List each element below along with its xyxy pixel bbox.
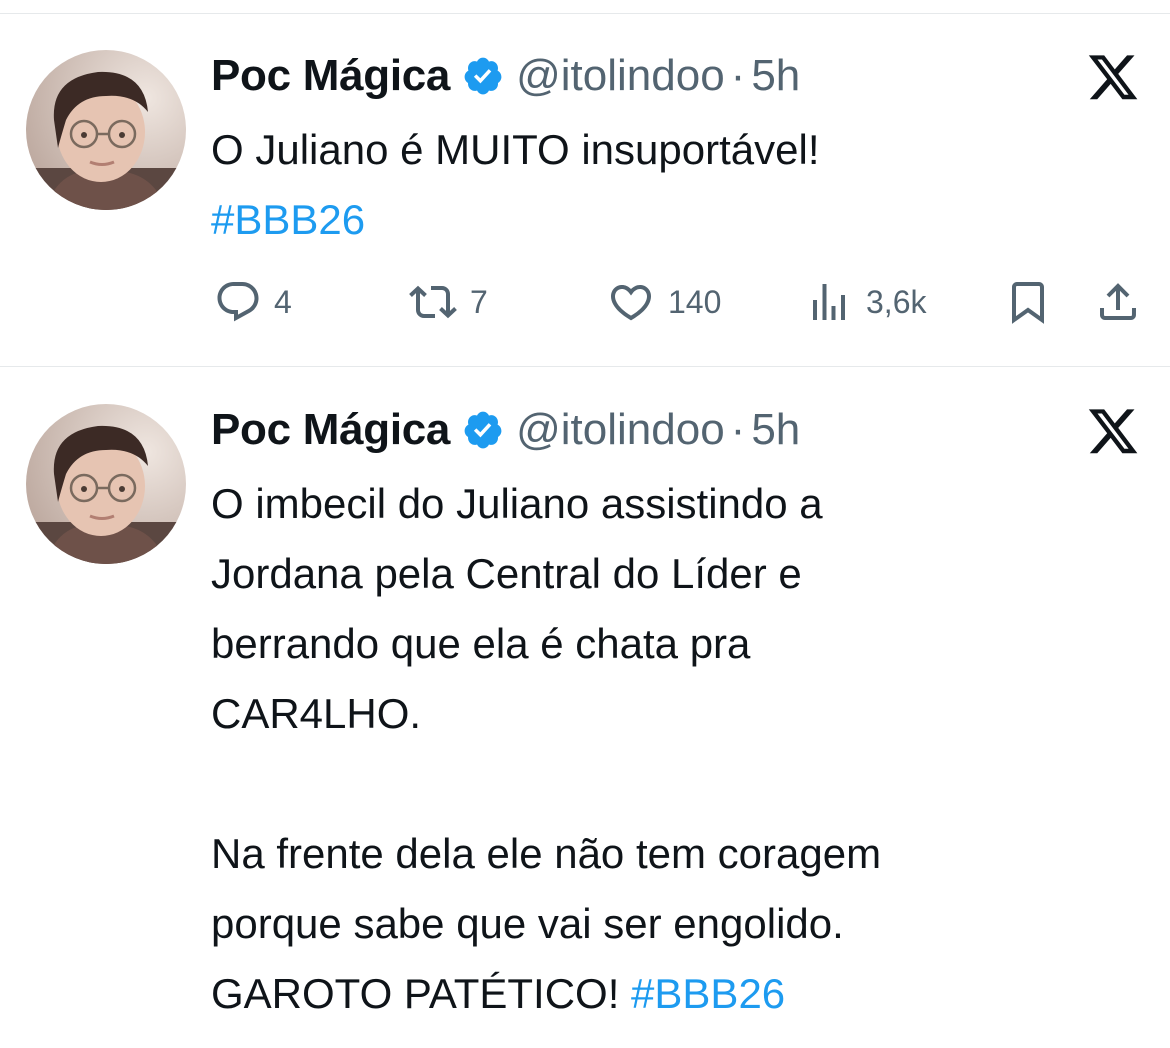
hashtag-link[interactable]: #BBB26 (211, 196, 365, 243)
avatar[interactable] (26, 50, 186, 210)
x-logo-icon (1088, 55, 1138, 100)
bookmark-icon (1012, 282, 1044, 324)
views-button[interactable]: 3,6k (804, 270, 926, 334)
tweet-text: O imbecil do Juliano assistindo a Jordan… (211, 469, 1141, 1029)
tweet-actions: 4 7 140 3,6k (0, 270, 1170, 334)
avatar[interactable] (26, 404, 186, 564)
x-logo-icon (1088, 409, 1138, 454)
tweet[interactable]: Poc Mágica @itolindoo · 5h O Juliano é M… (0, 0, 1170, 366)
tweet-text: O Juliano é MUITO insuportável! #BBB26 (211, 115, 1141, 255)
retweet-count: 7 (470, 283, 488, 320)
retweet-button[interactable]: 7 (408, 270, 488, 334)
tweet[interactable]: Poc Mágica @itolindoo · 5h O imbecil do … (0, 367, 1170, 1048)
bookmark-button[interactable] (1004, 270, 1052, 334)
views-count: 3,6k (866, 283, 927, 320)
hashtag-link[interactable]: #BBB26 (631, 970, 785, 1017)
tweet-body: O Juliano é MUITO insuportável! (211, 126, 820, 173)
verified-badge-icon (464, 411, 502, 449)
reply-icon (217, 282, 259, 322)
views-icon (813, 284, 845, 320)
reply-count: 4 (274, 283, 292, 320)
verified-badge-icon (464, 57, 502, 95)
share-icon (1100, 283, 1136, 320)
separator-dot: · (730, 51, 746, 100)
timestamp[interactable]: 5h (751, 405, 800, 455)
timestamp[interactable]: 5h (751, 51, 800, 101)
like-button[interactable]: 140 (606, 270, 721, 334)
author-name[interactable]: Poc Mágica (211, 51, 450, 101)
reply-button[interactable]: 4 (214, 270, 292, 334)
share-button[interactable] (1094, 270, 1142, 334)
tweet-header: Poc Mágica @itolindoo · 5h (211, 46, 800, 106)
heart-icon (610, 285, 652, 321)
retweet-icon (409, 285, 457, 319)
author-handle[interactable]: @itolindoo (516, 51, 725, 101)
separator-dot: · (730, 405, 746, 454)
tweet-body: O imbecil do Juliano assistindo a Jordan… (211, 480, 882, 1017)
author-handle[interactable]: @itolindoo (516, 405, 725, 455)
tweet-header: Poc Mágica @itolindoo · 5h (211, 400, 800, 460)
like-count: 140 (668, 283, 722, 320)
author-name[interactable]: Poc Mágica (211, 405, 450, 455)
